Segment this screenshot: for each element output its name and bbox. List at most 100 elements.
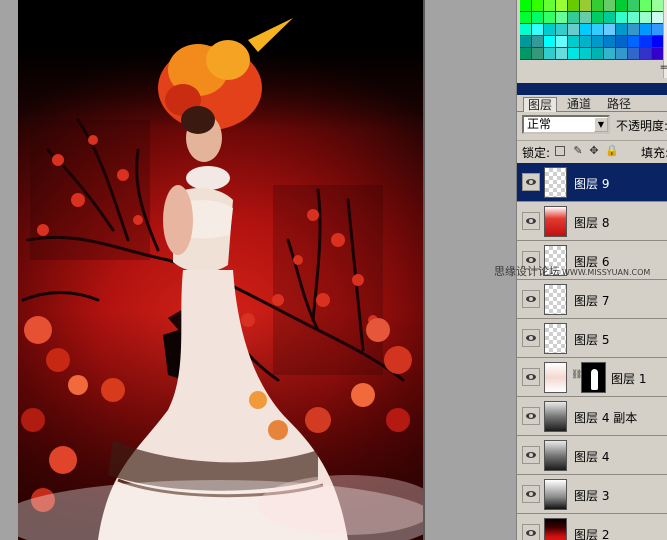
swatch[interactable] bbox=[568, 48, 580, 60]
lock-all-icon[interactable]: 🔒 bbox=[605, 144, 619, 158]
tab-layers[interactable]: 图层 bbox=[523, 97, 558, 112]
swatch[interactable] bbox=[568, 0, 580, 12]
swatch[interactable] bbox=[520, 12, 532, 24]
watermark: 思缘设计论坛 WWW.MISSYUAN.COM bbox=[494, 263, 650, 279]
swatch[interactable] bbox=[604, 24, 616, 36]
blend-row: 正常 ▼ 不透明度: bbox=[517, 113, 667, 137]
layer-row[interactable]: 图层 9 bbox=[517, 163, 667, 202]
swatch[interactable] bbox=[640, 36, 652, 48]
link-icon[interactable]: ⛓ bbox=[571, 370, 582, 384]
swatch[interactable] bbox=[556, 0, 568, 12]
layer-row[interactable]: 图层 4 副本 bbox=[517, 397, 667, 436]
swatch[interactable] bbox=[556, 36, 568, 48]
chevron-down-icon[interactable]: ▼ bbox=[594, 117, 608, 132]
layer-row[interactable]: 图层 5 bbox=[517, 319, 667, 358]
eye-icon[interactable] bbox=[522, 368, 540, 386]
swatch[interactable] bbox=[544, 24, 556, 36]
swatch[interactable] bbox=[556, 12, 568, 24]
layer-row[interactable]: ⛓ 图层 1 bbox=[517, 358, 667, 397]
swatch[interactable] bbox=[616, 0, 628, 12]
swatch[interactable] bbox=[640, 0, 652, 12]
swatch[interactable] bbox=[628, 24, 640, 36]
swatch[interactable] bbox=[544, 0, 556, 12]
swatch[interactable] bbox=[604, 36, 616, 48]
canvas-workspace[interactable] bbox=[0, 0, 516, 540]
eye-icon[interactable] bbox=[522, 524, 540, 540]
swatch[interactable] bbox=[580, 0, 592, 12]
swatch[interactable] bbox=[640, 12, 652, 24]
swatch[interactable] bbox=[580, 24, 592, 36]
layer-row[interactable]: 图层 2 bbox=[517, 514, 667, 540]
swatch[interactable] bbox=[592, 12, 604, 24]
swatch[interactable] bbox=[520, 36, 532, 48]
swatch[interactable] bbox=[544, 48, 556, 60]
swatch[interactable] bbox=[568, 24, 580, 36]
swatch[interactable] bbox=[568, 12, 580, 24]
swatch[interactable] bbox=[532, 36, 544, 48]
swatch[interactable] bbox=[544, 36, 556, 48]
swatch[interactable] bbox=[616, 48, 628, 60]
tab-channels[interactable]: 通道 bbox=[563, 97, 595, 112]
blend-mode-value: 正常 bbox=[527, 117, 552, 131]
swatch[interactable] bbox=[568, 36, 580, 48]
swatch[interactable] bbox=[580, 36, 592, 48]
swatch[interactable] bbox=[628, 12, 640, 24]
swatch[interactable] bbox=[532, 48, 544, 60]
swatch[interactable] bbox=[580, 48, 592, 60]
layers-panel-titlebar[interactable] bbox=[517, 83, 667, 95]
swatch[interactable] bbox=[532, 0, 544, 12]
layer-thumbnail bbox=[544, 440, 567, 471]
lock-transparency-icon[interactable] bbox=[555, 146, 565, 156]
swatch[interactable] bbox=[604, 12, 616, 24]
swatch[interactable] bbox=[628, 48, 640, 60]
swatch[interactable] bbox=[628, 36, 640, 48]
swatch[interactable] bbox=[580, 12, 592, 24]
layer-name: 图层 8 bbox=[574, 216, 610, 230]
watermark-text: 思缘设计论坛 bbox=[494, 265, 560, 278]
blend-mode-select[interactable]: 正常 ▼ bbox=[522, 115, 610, 134]
swatch[interactable] bbox=[592, 36, 604, 48]
swatch[interactable] bbox=[604, 0, 616, 12]
swatch-grid[interactable] bbox=[520, 0, 664, 62]
layer-name: 图层 2 bbox=[574, 528, 610, 540]
layer-thumbnail bbox=[544, 206, 567, 237]
tab-paths[interactable]: 路径 bbox=[603, 97, 635, 112]
fill-label: 填充: bbox=[641, 146, 667, 160]
swatch[interactable] bbox=[616, 24, 628, 36]
layer-thumbnail bbox=[544, 362, 567, 393]
eye-icon[interactable] bbox=[522, 212, 540, 230]
layer-row[interactable]: 图层 4 bbox=[517, 436, 667, 475]
swatch[interactable] bbox=[604, 48, 616, 60]
eye-icon[interactable] bbox=[522, 446, 540, 464]
swatch[interactable] bbox=[556, 24, 568, 36]
layer-row[interactable]: 图层 8 bbox=[517, 202, 667, 241]
eye-icon[interactable] bbox=[522, 290, 540, 308]
layer-thumbnail bbox=[544, 284, 567, 315]
swatch[interactable] bbox=[520, 0, 532, 12]
swatch[interactable] bbox=[640, 24, 652, 36]
lock-row: 锁定: ✎ ✥ 🔒 填充: bbox=[517, 140, 667, 162]
eye-icon[interactable] bbox=[522, 329, 540, 347]
swatch[interactable] bbox=[520, 48, 532, 60]
layer-row[interactable]: 图层 7 bbox=[517, 280, 667, 319]
swatch[interactable] bbox=[532, 12, 544, 24]
lock-brush-icon[interactable]: ✎ bbox=[572, 144, 584, 158]
swatch[interactable] bbox=[628, 0, 640, 12]
eye-icon[interactable] bbox=[522, 407, 540, 425]
swatch[interactable] bbox=[532, 24, 544, 36]
swatch[interactable] bbox=[592, 0, 604, 12]
swatch[interactable] bbox=[544, 12, 556, 24]
swatch[interactable] bbox=[556, 48, 568, 60]
layer-row[interactable]: 图层 3 bbox=[517, 475, 667, 514]
lock-move-icon[interactable]: ✥ bbox=[588, 144, 600, 158]
layer-mask-thumbnail[interactable] bbox=[581, 362, 606, 393]
swatch[interactable] bbox=[520, 24, 532, 36]
eye-icon[interactable] bbox=[522, 485, 540, 503]
eye-icon[interactable] bbox=[522, 173, 540, 191]
swatch[interactable] bbox=[592, 48, 604, 60]
swatch[interactable] bbox=[616, 12, 628, 24]
swatch[interactable] bbox=[616, 36, 628, 48]
swatch[interactable] bbox=[640, 48, 652, 60]
swatch[interactable] bbox=[592, 24, 604, 36]
document-canvas[interactable] bbox=[18, 0, 423, 540]
